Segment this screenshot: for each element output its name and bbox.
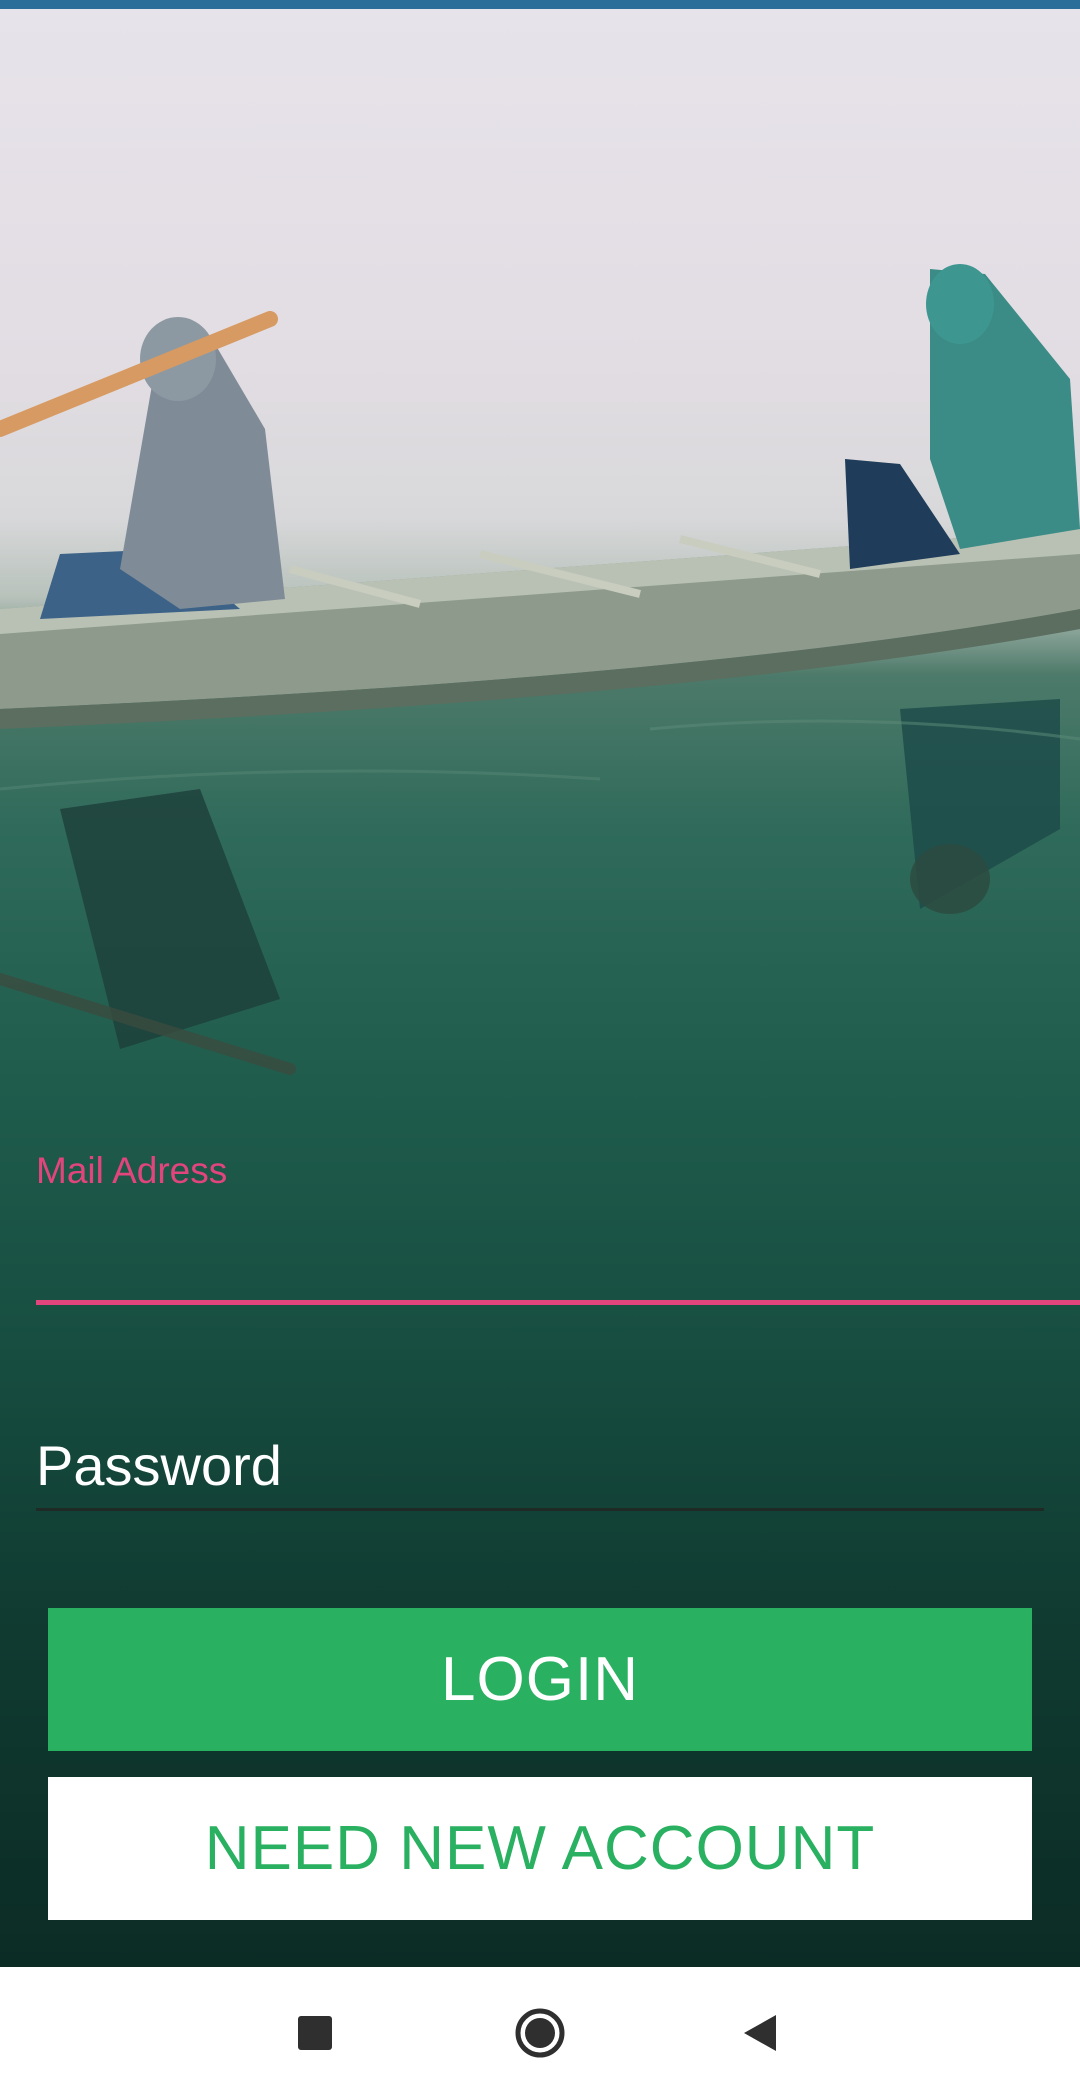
need-new-account-button[interactable]: NEED NEW ACCOUNT [48,1777,1032,1920]
login-screen: Mail Adress LOGIN NEED NEW ACCOUNT [0,0,1080,2098]
password-field-underline [36,1508,1044,1511]
status-bar [0,0,1080,9]
back-button[interactable] [700,1967,820,2098]
home-button[interactable] [480,1967,600,2098]
circle-icon [515,2008,565,2057]
navigation-bar [0,1967,1080,2098]
mail-field-underline [36,1300,1080,1305]
mail-field-label: Mail Adress [36,1150,228,1191]
triangle-back-icon [744,2014,776,2051]
square-icon [298,2015,332,2050]
login-button[interactable]: LOGIN [48,1608,1032,1751]
password-input[interactable] [36,1420,1044,1510]
mail-input[interactable] [36,1210,1080,1300]
recents-button[interactable] [255,1967,375,2098]
